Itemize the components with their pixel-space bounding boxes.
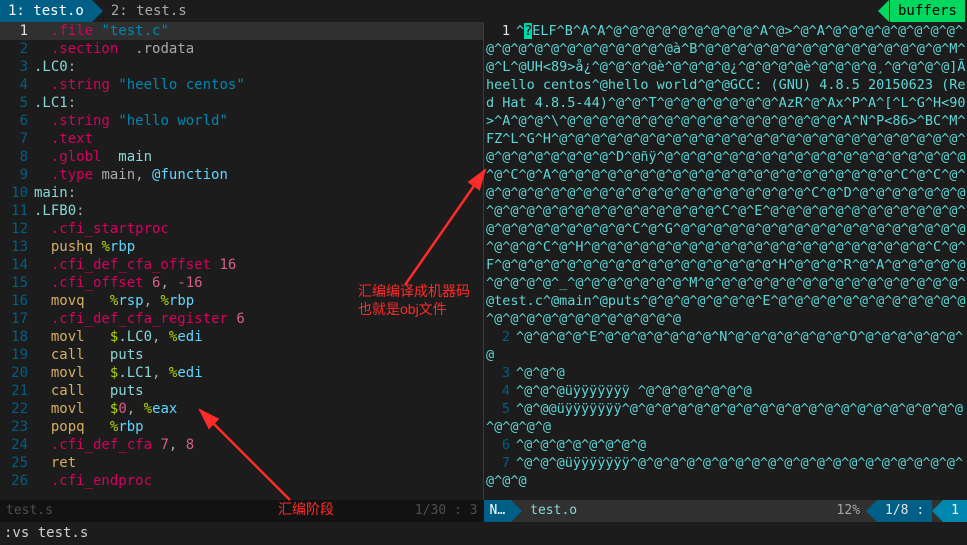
status-column: 1	[943, 500, 967, 522]
code-line[interactable]: 12 .cfi_startproc	[0, 220, 483, 238]
binary-line[interactable]: 4^@^@^@üÿÿÿÿÿÿÿ ^@^@^@^@^@^@^@	[486, 382, 967, 400]
code-line[interactable]: 21 call puts	[0, 382, 483, 400]
code-line[interactable]: 9 .type main, @function	[0, 166, 483, 184]
code-line[interactable]: 11.LFB0:	[0, 202, 483, 220]
status-right-filename: test.o	[522, 502, 577, 520]
status-right: N… test.o 12% 1/8 : 1	[484, 500, 967, 522]
tab-bar: 1: test.o 2: test.s buffers	[0, 0, 967, 22]
tab-active[interactable]: 1: test.o	[0, 0, 92, 22]
code-line[interactable]: 5.LC1:	[0, 94, 483, 112]
buffers-tri-icon	[878, 0, 889, 22]
code-line[interactable]: 6 .string "hello world"	[0, 112, 483, 130]
col-tri-icon	[932, 500, 943, 522]
code-line[interactable]: 2 .section .rodata	[0, 40, 483, 58]
status-position: 1/8 :	[877, 500, 932, 522]
code-line[interactable]: 20 movl $.LC1, %edi	[0, 364, 483, 382]
code-line[interactable]: 25 ret	[0, 454, 483, 472]
code-line[interactable]: 16 movq %rsp, %rbp	[0, 292, 483, 310]
tab-inactive[interactable]: 2: test.s	[103, 0, 195, 22]
code-line[interactable]: 10main:	[0, 184, 483, 202]
code-line[interactable]: 19 call puts	[0, 346, 483, 364]
left-pane[interactable]: 1 .file "test.c"2 .section .rodata3.LC0:…	[0, 22, 483, 500]
command-line[interactable]: :vs test.s	[0, 522, 967, 544]
code-line[interactable]: 22 movl $0, %eax	[0, 400, 483, 418]
binary-line[interactable]: 1^?ELF^B^A^A^@^@^@^@^@^@^@^@^@^A^@>^@^A^…	[486, 22, 967, 328]
binary-line[interactable]: 7^@^@^@üÿÿÿÿÿÿÿ^@^@^@^@^@^@^@^@^@^@^@^@^…	[486, 454, 967, 490]
status-left-filename: test.s	[0, 502, 53, 520]
pos-tri-icon	[866, 500, 877, 522]
buffers-badge[interactable]: buffers	[890, 0, 965, 22]
editor-splits: 1 .file "test.c"2 .section .rodata3.LC0:…	[0, 22, 967, 500]
code-line[interactable]: 17 .cfi_def_cfa_register 6	[0, 310, 483, 328]
status-bar: test.s 1/30 : 3 N… test.o 12% 1/8 : 1	[0, 500, 967, 522]
code-line[interactable]: 14 .cfi_def_cfa_offset 16	[0, 256, 483, 274]
code-line[interactable]: 13 pushq %rbp	[0, 238, 483, 256]
status-percent: 12%	[831, 502, 866, 520]
code-line[interactable]: 24 .cfi_def_cfa 7, 8	[0, 436, 483, 454]
code-line[interactable]: 4 .string "heello centos"	[0, 76, 483, 94]
code-line[interactable]: 26 .cfi_endproc	[0, 472, 483, 490]
status-mode: N…	[484, 500, 512, 522]
code-line[interactable]: 23 popq %rbp	[0, 418, 483, 436]
code-line[interactable]: 7 .text	[0, 130, 483, 148]
code-line[interactable]: 1 .file "test.c"	[0, 22, 483, 40]
code-line[interactable]: 3.LC0:	[0, 58, 483, 76]
code-line[interactable]: 8 .globl main	[0, 148, 483, 166]
binary-line[interactable]: 5^@^@@üÿÿÿÿÿÿÿ^@^@^@^@^@^@^@^@^@^@^@^@^@…	[486, 400, 967, 436]
binary-line[interactable]: 6^@^@^@^@^@^@^@^@	[486, 436, 967, 454]
code-line[interactable]: 18 movl $.LC0, %edi	[0, 328, 483, 346]
tab-arrow-icon	[92, 0, 103, 22]
status-left: test.s 1/30 : 3	[0, 500, 484, 522]
binary-line[interactable]: 3^@^@^@	[486, 364, 967, 382]
code-line[interactable]: 15 .cfi_offset 6, -16	[0, 274, 483, 292]
status-left-position: 1/30 : 3	[415, 502, 484, 520]
mode-tri-icon	[511, 500, 522, 522]
binary-line[interactable]: 2^@^@^@^@^E^@^@^@^@^@^@^@^N^@^@^@^@^@^@^…	[486, 328, 967, 364]
right-pane[interactable]: 1^?ELF^B^A^A^@^@^@^@^@^@^@^@^@^A^@>^@^A^…	[484, 22, 967, 500]
